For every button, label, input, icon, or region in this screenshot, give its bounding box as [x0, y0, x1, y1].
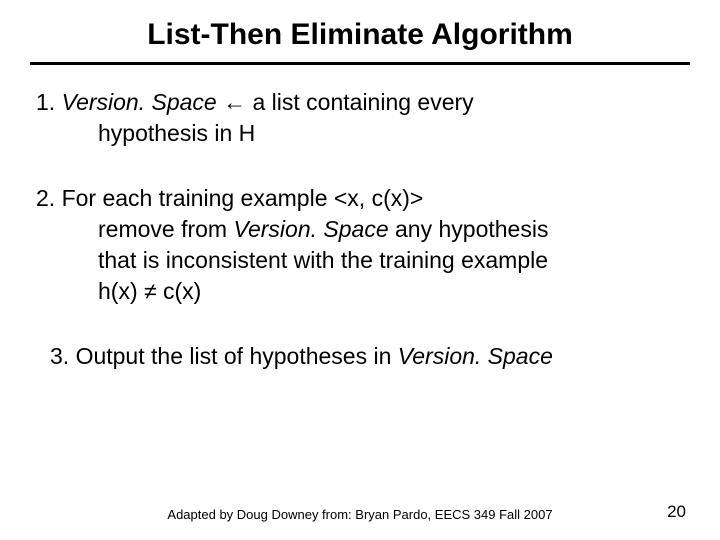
version-space-term-2: Version. Space	[233, 216, 388, 242]
step-1: 1. Version. Space ← a list containing ev…	[36, 87, 684, 149]
step1-line2: hypothesis in H	[36, 118, 684, 149]
step-3: 3. Output the list of hypotheses in Vers…	[50, 341, 684, 372]
step2-line2a: remove from	[98, 216, 233, 242]
page-number: 20	[667, 502, 686, 522]
version-space-term: Version. Space	[62, 89, 217, 115]
footer-credit: Adapted by Doug Downey from: Bryan Pardo…	[0, 507, 720, 522]
version-space-term-3: Version. Space	[398, 343, 553, 369]
step2-line3: that is inconsistent with the training e…	[36, 245, 684, 276]
step2-line2: remove from Version. Space any hypothesi…	[36, 214, 684, 245]
left-arrow: ←	[217, 89, 253, 115]
step2-line2b: any hypothesis	[389, 216, 549, 242]
step2-line1: 2. For each training example <x, c(x)>	[36, 185, 423, 211]
step-2: 2. For each training example <x, c(x)> r…	[36, 183, 684, 307]
page-title: List-Then Eliminate Algorithm	[36, 18, 684, 62]
content: 1. Version. Space ← a list containing ev…	[36, 65, 684, 372]
step3-text: 3. Output the list of hypotheses in	[50, 343, 398, 369]
step1-num: 1.	[36, 89, 62, 115]
slide: List-Then Eliminate Algorithm 1. Version…	[0, 0, 720, 540]
step2-line4: h(x) ≠ c(x)	[36, 276, 684, 307]
footer: Adapted by Doug Downey from: Bryan Pardo…	[0, 507, 720, 522]
step1-rest: a list containing every	[253, 89, 474, 115]
